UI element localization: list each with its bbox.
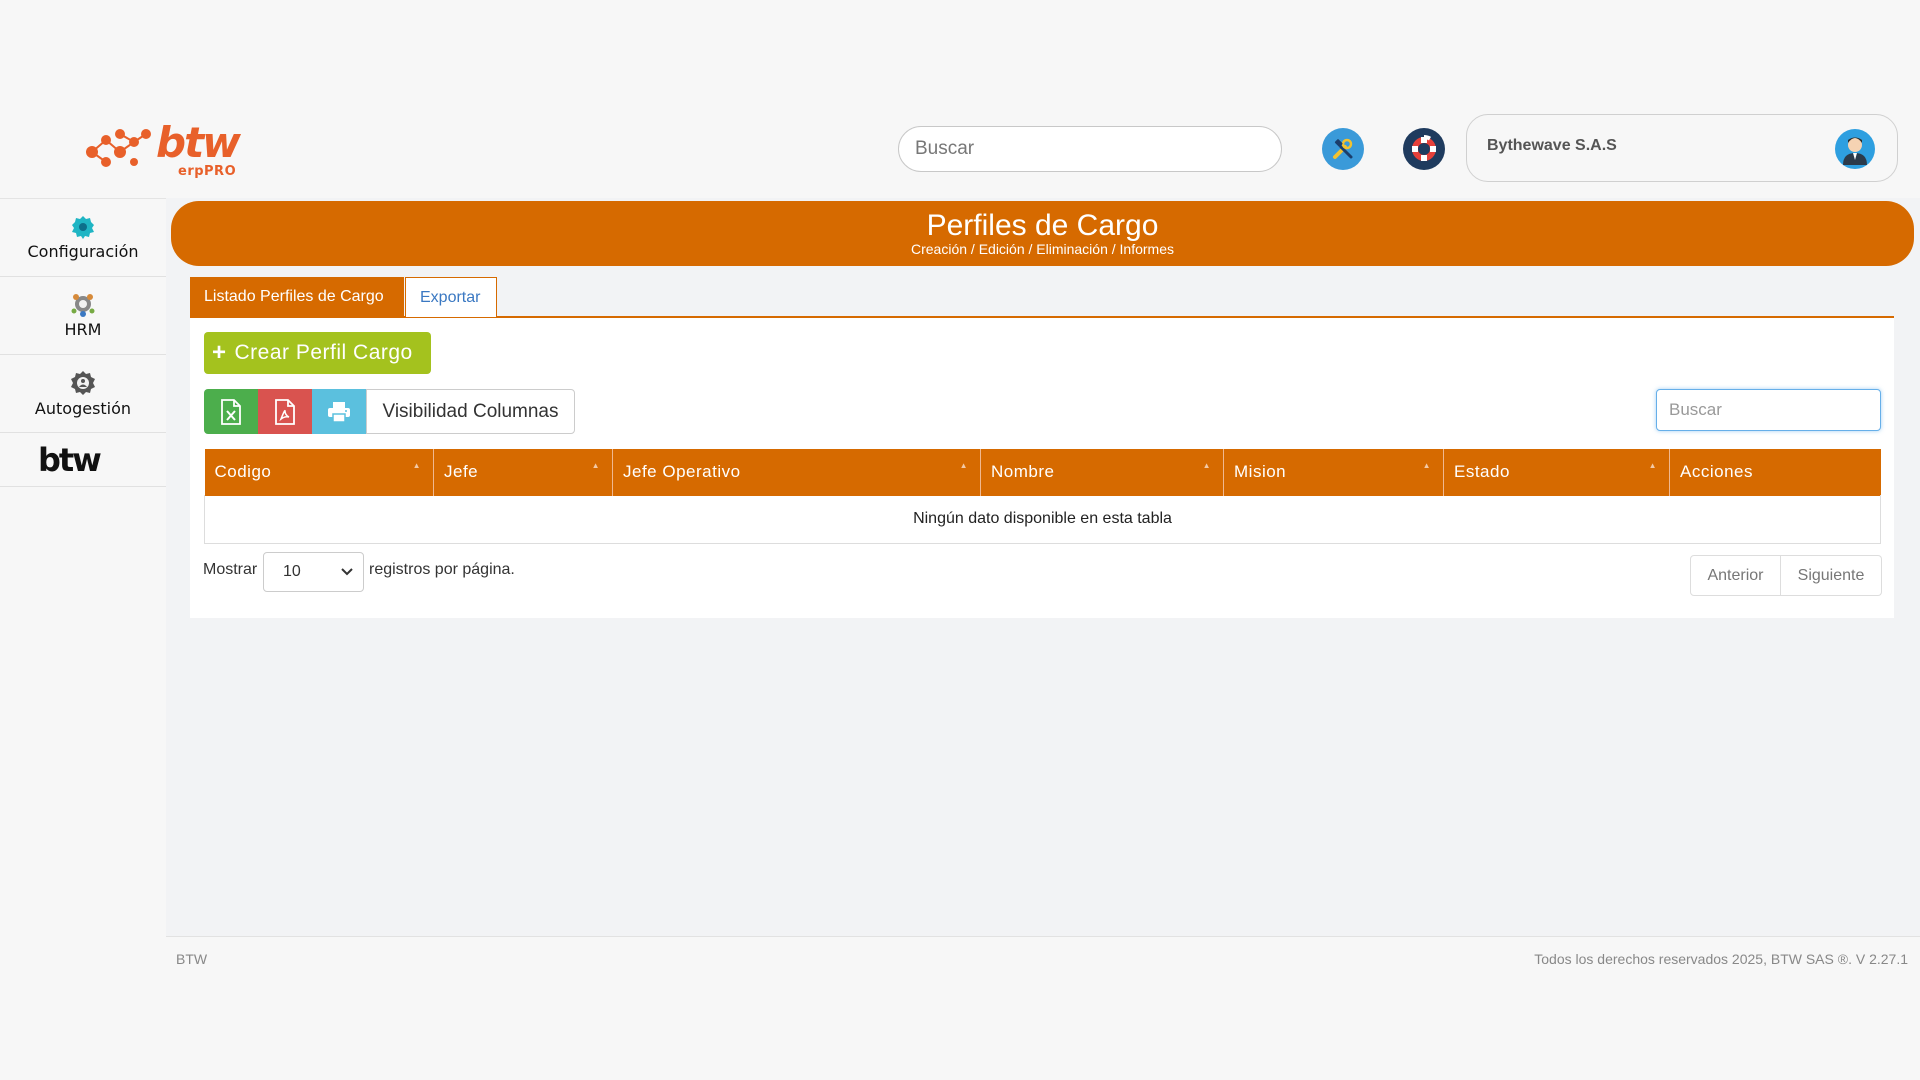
sidebar-item-autogestion[interactable]: Autogestión [0, 355, 166, 433]
column-header-nombre[interactable]: Nombre ▲ [980, 449, 1224, 495]
page-title: Perfiles de Cargo [926, 209, 1159, 242]
page-header-banner: Perfiles de Cargo Creación / Edición / E… [171, 201, 1914, 266]
logo-network-icon [86, 129, 151, 167]
people-icon [71, 294, 95, 317]
column-header-estado[interactable]: Estado ▲ [1443, 449, 1670, 495]
table-header-row: Codigo ▲ Jefe ▲ Jefe Operativo ▲ Nombre ▲ Mi… [204, 449, 1881, 495]
column-header-label: Jefe [444, 461, 479, 481]
page-subtitle: Creación / Edición / Eliminación / Infor… [911, 241, 1174, 257]
page-length-suffix: registros por página. [369, 561, 515, 578]
column-header-label: Jefe Operativo [623, 461, 741, 481]
tab-exportar[interactable]: Exportar [405, 277, 497, 317]
sidebar-item-label: Autogestión [34, 399, 132, 418]
printer-icon [328, 401, 350, 423]
empty-table-message: Ningún dato disponible en esta tabla [204, 494, 1881, 544]
avatar[interactable] [1835, 129, 1875, 169]
logo-text: btw [156, 118, 241, 167]
excel-export-button[interactable] [204, 389, 258, 434]
pdf-file-icon [275, 398, 295, 425]
user-menu[interactable]: Bythewave S.A.S [1466, 114, 1898, 182]
sidebar-brand-text: btw [38, 440, 102, 479]
profiles-table: Codigo ▲ Jefe ▲ Jefe Operativo ▲ Nombre ▲ Mi… [204, 449, 1881, 544]
column-header-label: Acciones [1680, 461, 1753, 481]
sidebar-brand-logo[interactable]: btw [0, 433, 166, 487]
print-button[interactable] [312, 389, 366, 434]
sidebar-item-hrm[interactable]: HRM [0, 277, 166, 355]
sort-icon: ▲ [1422, 461, 1431, 470]
column-header-mision[interactable]: Mision ▲ [1223, 449, 1444, 495]
table-row: Ningún dato disponible en esta tabla [204, 494, 1881, 544]
table-search-input[interactable] [1656, 389, 1881, 431]
column-header-jefe[interactable]: Jefe ▲ [433, 449, 613, 495]
excel-file-icon [221, 398, 241, 425]
sort-icon: ▲ [959, 461, 968, 470]
sidebar-item-label: Configuración [27, 242, 139, 261]
gear-icon [72, 216, 94, 239]
chevron-down-icon [341, 568, 353, 576]
global-search-input[interactable] [898, 126, 1282, 172]
previous-page-button[interactable]: Anterior [1690, 555, 1781, 596]
pagination: Anterior Siguiente [1690, 555, 1882, 596]
self-service-gear-icon [71, 371, 95, 395]
help-lifebuoy-icon[interactable] [1403, 128, 1445, 170]
column-header-label: Mision [1234, 461, 1287, 481]
next-page-button[interactable]: Siguiente [1781, 555, 1882, 596]
column-header-label: Codigo [214, 461, 272, 481]
tab-bar: Listado Perfiles de Cargo Exportar [190, 277, 1894, 318]
sidebar: Configuración HRM Autogestión btw [0, 198, 166, 936]
sort-icon: ▲ [591, 461, 600, 470]
page-length-value: 10 [283, 563, 301, 580]
sidebar-item-label: HRM [64, 320, 102, 339]
column-header-label: Nombre [991, 461, 1055, 481]
footer-copyright: Todos los derechos reservados 2025, BTW … [1534, 951, 1908, 967]
column-header-label: Estado [1454, 461, 1510, 481]
create-profile-button[interactable]: + Crear Perfil Cargo [204, 332, 431, 374]
sort-icon: ▲ [1202, 461, 1211, 470]
create-profile-label: Crear Perfil Cargo [234, 341, 413, 364]
tools-icon[interactable] [1322, 128, 1364, 170]
company-name: Bythewave S.A.S [1487, 137, 1617, 154]
export-button-group: Visibilidad Columnas [204, 389, 575, 434]
column-header-jefe-operativo[interactable]: Jefe Operativo ▲ [612, 449, 981, 495]
plus-icon: + [212, 339, 227, 366]
footer-brand: BTW [176, 951, 208, 967]
column-header-codigo[interactable]: Codigo ▲ [204, 449, 434, 495]
pdf-export-button[interactable] [258, 389, 312, 434]
tab-listado[interactable]: Listado Perfiles de Cargo [190, 277, 404, 317]
page-length-select[interactable]: 10 [263, 552, 364, 592]
sort-icon: ▲ [1648, 461, 1657, 470]
app-logo[interactable]: btw erpPRO [84, 118, 244, 184]
column-visibility-button[interactable]: Visibilidad Columnas [366, 389, 575, 434]
page-length-label: Mostrar [203, 561, 258, 578]
sort-icon: ▲ [412, 461, 421, 470]
footer: BTW Todos los derechos reservados 2025, … [166, 936, 1920, 980]
logo-subtext: erpPRO [178, 164, 237, 179]
column-header-acciones: Acciones [1669, 449, 1881, 495]
user-avatar-icon [1843, 137, 1867, 165]
sidebar-item-configuracion[interactable]: Configuración [0, 199, 166, 277]
